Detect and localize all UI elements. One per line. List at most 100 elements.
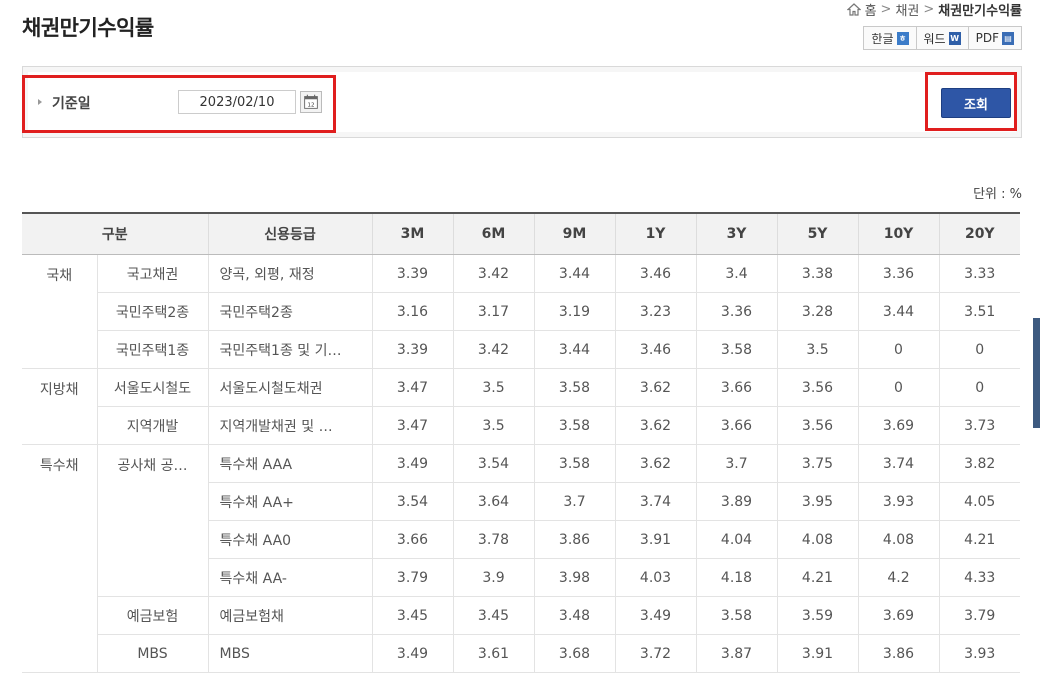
yield-cell: 3.58	[695, 330, 778, 369]
yield-cell: 3.74	[614, 482, 697, 521]
yield-cell: 4.08	[776, 520, 859, 559]
yield-cell: 3.73	[938, 406, 1021, 445]
yield-cell: 0	[938, 368, 1021, 407]
yield-cell: 3.47	[371, 406, 454, 445]
yield-cell: 3.62	[614, 368, 697, 407]
breadcrumb-separator: >	[923, 2, 935, 17]
yield-cell: 3.49	[371, 444, 454, 483]
table-row: 특수채 공사채 공… 특수채 AAA 3.49 3.54 3.58 3.62 3…	[22, 444, 1021, 673]
export-hwp-label: 한글	[871, 31, 894, 46]
yield-cell: 3.82	[938, 444, 1021, 483]
col-header-group: 구분	[22, 212, 209, 255]
table-row: 예금보험 예금보험채 3.45 3.45 3.48 3.49 3.58 3.59…	[22, 596, 1021, 635]
subcategory-cell: 예금보험	[96, 596, 209, 635]
side-quick-menu-tab[interactable]	[1033, 318, 1040, 428]
yield-cell: 3.44	[857, 292, 940, 331]
yield-cell: 3.59	[776, 596, 859, 635]
yield-cell: 3.46	[614, 330, 697, 369]
yield-cell: 3.58	[695, 596, 778, 635]
yield-cell: 3.98	[533, 558, 616, 597]
grade-cell: 국민주택2종	[207, 292, 373, 331]
table-row: 지역개발 지역개발채권 및 … 3.47 3.5 3.58 3.62 3.66 …	[22, 406, 1021, 445]
yield-cell: 3.4	[695, 254, 778, 293]
yield-cell: 3.86	[533, 520, 616, 559]
col-header-3m: 3M	[371, 212, 454, 255]
grade-cell: 예금보험채	[207, 596, 373, 635]
grade-cell: 특수채 AA0	[207, 520, 373, 559]
breadcrumb-current: 채권만기수익률	[938, 4, 1022, 19]
grade-cell: MBS	[207, 634, 373, 673]
yield-cell: 3.62	[614, 406, 697, 445]
yield-cell: 3.91	[776, 634, 859, 673]
col-header-grade: 신용등급	[207, 212, 373, 255]
col-header-20y: 20Y	[938, 212, 1021, 255]
yield-cell: 3.16	[371, 292, 454, 331]
yield-cell: 4.21	[938, 520, 1021, 559]
yield-cell: 3.39	[371, 254, 454, 293]
yield-cell: 3.17	[452, 292, 535, 331]
breadcrumb-separator: >	[880, 2, 892, 17]
category-cell: 지방채	[22, 368, 97, 445]
yield-cell: 3.56	[776, 406, 859, 445]
page-title: 채권만기수익률	[22, 16, 154, 40]
yield-cell: 3.45	[452, 596, 535, 635]
yield-cell: 3.33	[938, 254, 1021, 293]
export-toolbar: 한글 ㅎ 워드 W PDF ▤	[863, 26, 1022, 50]
yield-cell: 4.08	[857, 520, 940, 559]
export-pdf-label: PDF	[975, 31, 999, 45]
word-file-icon: W	[948, 31, 961, 45]
col-header-1y: 1Y	[614, 212, 697, 255]
subcategory-cell: 국고채권	[96, 254, 209, 293]
yield-cell: 3.45	[371, 596, 454, 635]
yield-cell: 3.47	[371, 368, 454, 407]
yield-cell: 4.04	[695, 520, 778, 559]
yield-cell: 4.03	[614, 558, 697, 597]
yield-cell: 3.44	[533, 330, 616, 369]
grade-cell: 국민주택1종 및 기…	[207, 330, 373, 369]
yield-cell: 3.23	[614, 292, 697, 331]
yield-cell: 3.79	[938, 596, 1021, 635]
yield-cell: 3.87	[695, 634, 778, 673]
yield-cell: 3.5	[452, 368, 535, 407]
yield-cell: 3.56	[776, 368, 859, 407]
yield-cell: 3.49	[614, 596, 697, 635]
yield-cell: 4.2	[857, 558, 940, 597]
export-pdf-button[interactable]: PDF ▤	[967, 26, 1022, 50]
category-cell: 특수채	[22, 444, 97, 673]
yield-cell: 3.66	[695, 406, 778, 445]
home-icon[interactable]	[846, 3, 861, 16]
yield-cell: 3.69	[857, 596, 940, 635]
export-word-button[interactable]: 워드 W	[915, 26, 969, 50]
subcategory-cell: 서울도시철도	[96, 368, 209, 407]
yield-cell: 3.5	[776, 330, 859, 369]
yield-cell: 4.21	[776, 558, 859, 597]
yield-cell: 3.79	[371, 558, 454, 597]
grade-cell: 특수채 AAA	[207, 444, 373, 483]
unit-label: 단위 : %	[973, 187, 1022, 202]
yield-cell: 3.86	[857, 634, 940, 673]
grade-cell: 지역개발채권 및 …	[207, 406, 373, 445]
yield-cell: 0	[938, 330, 1021, 369]
grade-cell: 양곡, 외평, 재정	[207, 254, 373, 293]
breadcrumb-bond[interactable]: 채권	[895, 0, 919, 19]
yield-cell: 3.44	[533, 254, 616, 293]
subcategory-cell: 국민주택2종	[96, 292, 209, 331]
breadcrumb-home[interactable]: 홈	[865, 0, 877, 19]
yield-cell: 3.42	[452, 254, 535, 293]
yield-cell: 3.58	[533, 406, 616, 445]
table-row: 국민주택2종 국민주택2종 3.16 3.17 3.19 3.23 3.36 3…	[22, 292, 1021, 331]
export-hwp-button[interactable]: 한글 ㅎ	[863, 26, 917, 50]
col-header-9m: 9M	[533, 212, 616, 255]
col-header-10y: 10Y	[857, 212, 940, 255]
yield-cell: 3.69	[857, 406, 940, 445]
yield-cell: 4.18	[695, 558, 778, 597]
col-header-5y: 5Y	[776, 212, 859, 255]
yield-cell: 0	[857, 368, 940, 407]
yield-cell: 3.54	[452, 444, 535, 483]
yield-cell: 3.48	[533, 596, 616, 635]
col-header-6m: 6M	[452, 212, 535, 255]
breadcrumb: 홈 > 채권 > 채권만기수익률	[846, 0, 1022, 19]
subcategory-cell: 국민주택1종	[96, 330, 209, 369]
yield-cell: 3.42	[452, 330, 535, 369]
table-row: MBS MBS 3.49 3.61 3.68 3.72 3.87 3.91 3.…	[22, 634, 1021, 673]
